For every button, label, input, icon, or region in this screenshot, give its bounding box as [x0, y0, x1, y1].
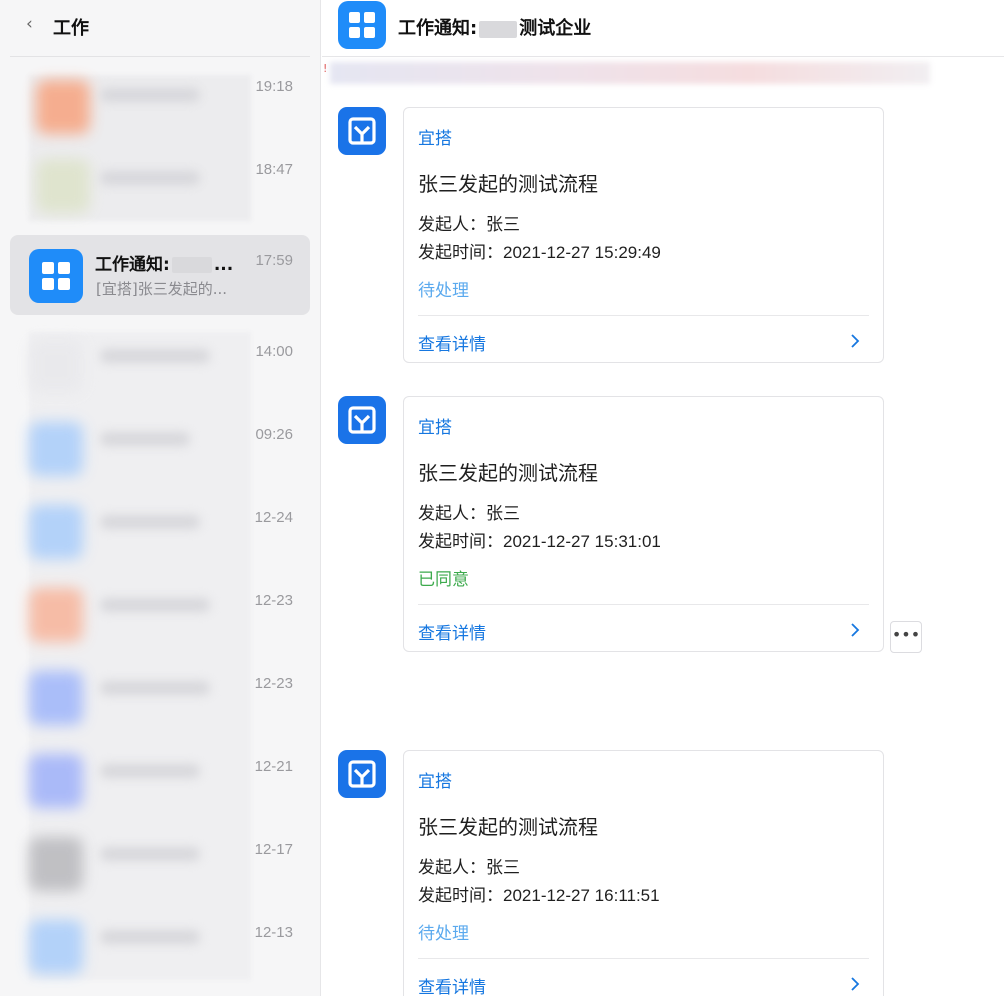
conversation-time: 14:00 [255, 343, 293, 360]
conversation-time: 12-24 [254, 509, 293, 526]
conversation-item[interactable]: 09:26 [10, 408, 310, 488]
conversation-item[interactable]: 18:47 [10, 143, 310, 223]
conversation-time: 19:18 [255, 78, 293, 95]
blurred-notice-banner [330, 62, 930, 84]
chevron-right-icon[interactable] [847, 976, 863, 992]
card-divider [418, 604, 869, 605]
conversation-time: 12-13 [254, 924, 293, 941]
redacted-mask [479, 20, 518, 38]
conversation-item-work-notice[interactable]: 工作通知:... 17:59 [宜搭]张三发起的... [10, 235, 310, 315]
conversation-time: 12-23 [254, 592, 293, 609]
chevron-right-icon[interactable] [847, 333, 863, 349]
card-initiator: 发起人：张三 [418, 858, 520, 878]
yida-app-avatar[interactable] [338, 396, 386, 444]
card-app-name: 宜搭 [418, 129, 452, 149]
view-details-link[interactable]: 查看详情 [418, 330, 486, 355]
view-details-link[interactable]: 查看详情 [418, 973, 486, 996]
yida-app-avatar[interactable] [338, 107, 386, 155]
card-initiator: 发起人：张三 [418, 504, 520, 524]
chat-header: 工作通知: 测试企业 [322, 0, 1004, 57]
view-details-link[interactable]: 查看详情 [418, 619, 486, 644]
card-divider [418, 958, 869, 959]
card-initiator: 发起人：张三 [418, 215, 520, 235]
conversation-time: 12-23 [254, 675, 293, 692]
card-title: 张三发起的测试流程 [418, 172, 598, 196]
card-status: 已同意 [418, 570, 469, 590]
conversation-item[interactable]: 12-23 [10, 657, 310, 737]
conversation-item[interactable]: 14:00 [10, 325, 310, 405]
card-time: 发起时间：2021-12-27 15:31:01 [418, 532, 661, 552]
grid-icon [42, 262, 70, 290]
conversation-time: 12-21 [254, 758, 293, 775]
conversation-item[interactable]: 12-23 [10, 574, 310, 654]
conversation-item[interactable]: 12-17 [10, 823, 310, 903]
notice-mark: ! [323, 62, 328, 75]
chevron-left-icon[interactable]: ‹ [26, 14, 33, 34]
yida-logo-icon [348, 117, 376, 145]
conversation-preview: [宜搭]张三发起的... [96, 280, 228, 298]
card-app-name: 宜搭 [418, 772, 452, 792]
approval-card[interactable]: 宜搭 张三发起的测试流程 发起人：张三 发起时间：2021-12-27 15:2… [403, 107, 884, 363]
sidebar-title: 工作 [53, 18, 89, 39]
more-options-button[interactable]: ••• [890, 621, 922, 653]
conversation-item[interactable]: 12-13 [10, 906, 310, 986]
approval-card[interactable]: 宜搭 张三发起的测试流程 发起人：张三 发起时间：2021-12-27 16:1… [403, 750, 884, 996]
sidebar-header: ‹ 工作 [10, 0, 310, 57]
approval-card[interactable]: 宜搭 张三发起的测试流程 发起人：张三 发起时间：2021-12-27 15:3… [403, 396, 884, 652]
work-notice-avatar[interactable] [338, 1, 386, 49]
chevron-right-icon[interactable] [847, 622, 863, 638]
redacted-mask [171, 257, 212, 273]
card-status: 待处理 [418, 924, 469, 944]
conversation-time: 18:47 [255, 161, 293, 178]
conversation-item[interactable]: 19:18 [10, 60, 310, 140]
conversation-sidebar: ‹ 工作 19:18 18:47 工作通知:... 17:59 [宜搭]张三发起… [0, 0, 321, 996]
work-notice-avatar [29, 249, 83, 303]
card-app-name: 宜搭 [418, 418, 452, 438]
grid-icon [349, 12, 375, 38]
card-title: 张三发起的测试流程 [418, 461, 598, 485]
conversation-time: 09:26 [255, 426, 293, 443]
conversation-time: 17:59 [255, 252, 293, 269]
card-time: 发起时间：2021-12-27 16:11:51 [418, 886, 660, 906]
conversation-name: 工作通知:... [95, 255, 234, 275]
chat-title: 工作通知: 测试企业 [398, 18, 592, 39]
conversation-time: 12-17 [254, 841, 293, 858]
card-divider [418, 315, 869, 316]
yida-app-avatar[interactable] [338, 750, 386, 798]
conversation-item[interactable]: 12-24 [10, 491, 310, 571]
yida-logo-icon [348, 760, 376, 788]
card-time: 发起时间：2021-12-27 15:29:49 [418, 243, 661, 263]
card-status: 待处理 [418, 281, 469, 301]
conversation-item[interactable]: 12-21 [10, 740, 310, 820]
yida-logo-icon [348, 406, 376, 434]
card-title: 张三发起的测试流程 [418, 815, 598, 839]
